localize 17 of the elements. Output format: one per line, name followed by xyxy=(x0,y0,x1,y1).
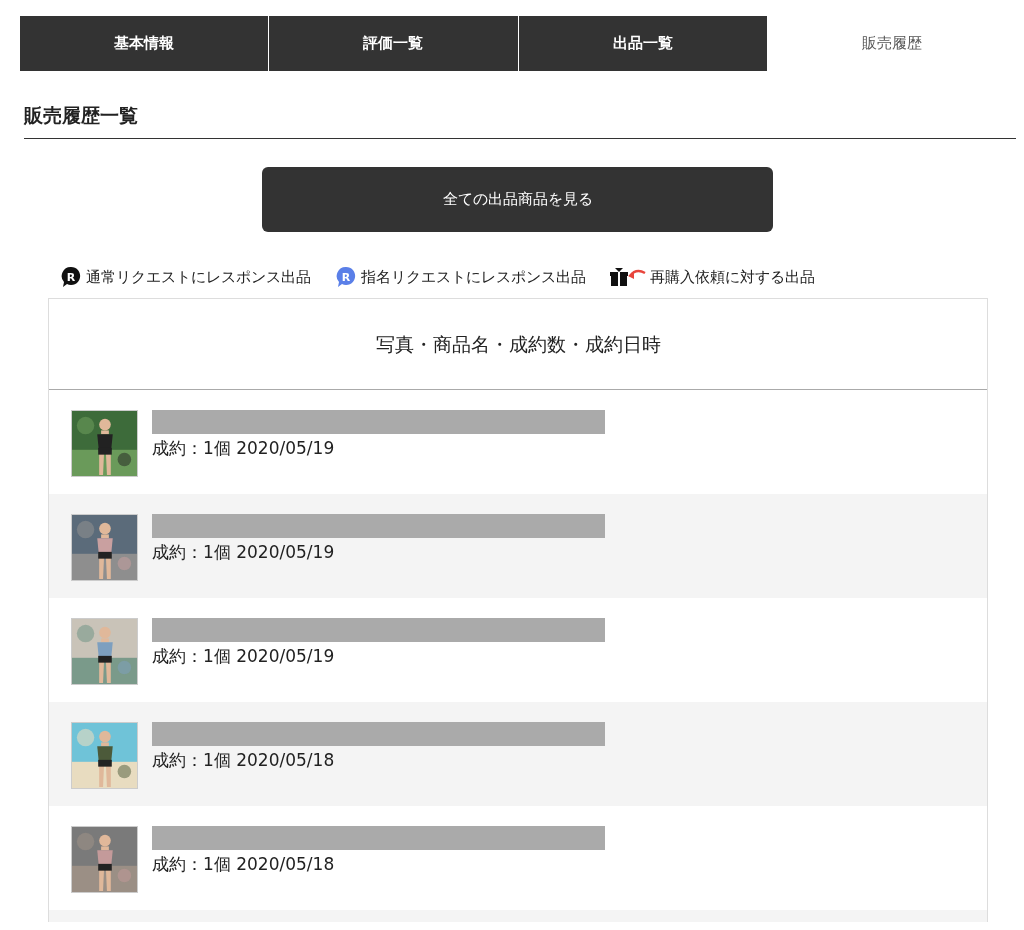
sale-detail: 成約：1個 2020/05/19 xyxy=(152,645,336,668)
sale-detail: 成約：1個 2020/05/19 xyxy=(152,541,336,564)
tab[interactable]: 評価一覧 xyxy=(269,16,518,71)
sale-detail: 成約：1個 2020/05/18 xyxy=(152,853,336,876)
speech-bubble-icon: R xyxy=(335,265,357,288)
legend-label: 通常リクエストにレスポンス出品 xyxy=(86,266,311,288)
gift-arrow-icon xyxy=(610,266,646,287)
speech-bubble-icon: R xyxy=(60,265,82,288)
legend-label: 再購入依頼に対する出品 xyxy=(650,266,815,288)
view-all-button[interactable]: 全ての出品商品を見る xyxy=(262,166,773,232)
sale-detail: 成約：1個 2020/05/18 xyxy=(152,749,336,772)
tab[interactable]: 出品一覧 xyxy=(518,16,767,71)
legend-label: 指名リクエストにレスポンス出品 xyxy=(361,266,586,288)
table-header: 写真・商品名・成約数・成約日時 xyxy=(49,299,987,390)
section-title: 販売履歴一覧 xyxy=(24,101,1016,139)
tab[interactable]: 基本情報 xyxy=(20,16,269,71)
sale-detail: 成約：1個 2020/05/19 xyxy=(152,437,336,460)
